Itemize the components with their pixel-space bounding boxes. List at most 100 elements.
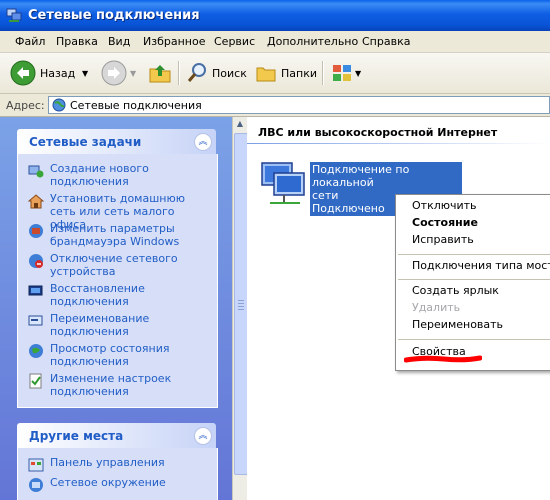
grip-line — [238, 303, 244, 304]
group-divider — [247, 143, 550, 144]
grip-line — [238, 309, 244, 310]
search-icon — [187, 63, 206, 82]
collapse-chevron-icon[interactable]: ︽ — [194, 427, 212, 445]
address-field[interactable]: Сетевые подключения — [48, 96, 550, 114]
lan-connection-icon[interactable] — [260, 157, 308, 205]
task-rename[interactable]: Переименование подключения — [28, 312, 214, 338]
address-label: Адрес: — [6, 99, 45, 112]
menu-rename[interactable]: Переименовать — [412, 318, 503, 331]
menu-help[interactable]: Справка — [362, 35, 410, 48]
task-label: Отключение сетевого устройства — [50, 252, 178, 278]
menu-edit[interactable]: Правка — [56, 35, 98, 48]
menu-bridge-connections[interactable]: Подключения типа мост — [412, 259, 550, 272]
task-repair[interactable]: Восстановление подключения — [28, 282, 214, 308]
home-network-icon — [28, 194, 44, 209]
network-places-icon — [29, 478, 43, 492]
menu-file[interactable]: Файл — [15, 35, 45, 48]
task-label: Просмотр состояния подключения — [50, 342, 170, 368]
task-label: Изменить параметры брандмауэра Windows — [50, 222, 180, 248]
firewall-icon — [29, 224, 43, 238]
address-bar: Адрес: Сетевые подключения — [0, 94, 550, 117]
folders-icon — [256, 67, 276, 82]
title-bar[interactable]: Сетевые подключения — [0, 0, 550, 31]
menu-separator — [398, 254, 550, 255]
explorer-window: Сетевые подключения Файл Правка Вид Избр… — [0, 0, 550, 500]
menu-separator — [398, 279, 550, 280]
place-control-panel[interactable]: Панель управления — [28, 456, 214, 473]
new-connection-icon — [28, 165, 44, 178]
menu-favorites[interactable]: Избранное — [143, 35, 205, 48]
scroll-up-arrow-icon[interactable]: ▲ — [233, 117, 247, 131]
menu-separator — [398, 339, 550, 340]
place-label: Панель управления — [50, 456, 165, 469]
connection-name-line1: Подключение по локальной — [312, 163, 410, 189]
rename-icon — [28, 315, 43, 326]
menu-bar: Файл Правка Вид Избранное Сервис Дополни… — [0, 31, 550, 53]
back-arrow-icon — [10, 60, 36, 86]
task-pane: Сетевые задачи ︽ Создание нового подключ… — [0, 117, 232, 500]
up-folder-icon — [149, 65, 171, 83]
toolbar: Назад ▼ ▼ Поиск Папки ▼ — [0, 53, 550, 94]
task-create-connection[interactable]: Создание нового подключения — [28, 162, 214, 188]
menu-disconnect[interactable]: Отключить — [412, 199, 477, 212]
control-panel-icon — [28, 458, 44, 472]
network-connections-icon — [6, 8, 22, 22]
disable-device-icon — [29, 254, 43, 268]
group-title: ЛВС или высокоскоростной Интернет — [258, 126, 498, 139]
menu-delete: Удалить — [412, 301, 461, 314]
forward-dropdown[interactable]: ▼ — [130, 59, 136, 87]
task-disable-device[interactable]: Отключение сетевого устройства — [28, 252, 214, 278]
back-label: Назад — [40, 66, 76, 80]
repair-icon — [28, 285, 43, 296]
grip-line — [238, 306, 244, 307]
window-title: Сетевые подключения — [28, 8, 200, 23]
vertical-scrollbar[interactable]: ▲ — [232, 117, 248, 500]
other-places-title: Другие места — [29, 429, 124, 443]
network-tasks-panel: Создание нового подключения Установить д… — [17, 154, 218, 408]
toolbar-separator — [178, 61, 180, 85]
task-view-status[interactable]: Просмотр состояния подключения — [28, 342, 214, 368]
place-label: Сетевое окружение — [50, 476, 166, 489]
forward-arrow-icon — [101, 60, 127, 86]
chevron-down-icon: ▼ — [355, 68, 362, 78]
menu-view[interactable]: Вид — [108, 35, 130, 48]
task-label: Переименование подключения — [50, 312, 150, 338]
status-icon — [29, 344, 43, 358]
address-value: Сетевые подключения — [70, 98, 202, 112]
task-firewall[interactable]: Изменить параметры брандмауэра Windows — [28, 222, 214, 248]
place-network-places[interactable]: Сетевое окружение — [28, 476, 214, 493]
task-change-settings[interactable]: Изменение настроек подключения — [28, 372, 214, 398]
collapse-chevron-icon[interactable]: ︽ — [194, 133, 212, 151]
search-button[interactable]: Поиск — [186, 59, 247, 87]
task-label: Изменение настроек подключения — [50, 372, 172, 398]
other-places-panel: Панель управления Сетевое окружение — [17, 448, 218, 500]
chevron-down-icon: ▼ — [130, 68, 137, 78]
menu-repair[interactable]: Исправить — [412, 233, 474, 246]
search-label: Поиск — [212, 66, 247, 80]
toolbar-separator — [322, 61, 324, 85]
network-globe-icon — [52, 98, 66, 112]
task-label: Восстановление подключения — [50, 282, 145, 308]
views-icon — [333, 65, 351, 81]
up-folder-button[interactable] — [148, 59, 172, 87]
settings-icon — [29, 373, 42, 389]
network-tasks-header[interactable]: Сетевые задачи ︽ — [17, 129, 216, 154]
other-places-header[interactable]: Другие места ︽ — [17, 423, 216, 448]
scroll-thumb[interactable] — [234, 133, 248, 475]
menu-tools[interactable]: Сервис — [214, 35, 255, 48]
back-button[interactable]: Назад — [10, 59, 75, 87]
back-dropdown[interactable]: ▼ — [82, 59, 88, 87]
forward-button[interactable] — [101, 59, 127, 87]
menu-status[interactable]: Состояние — [412, 216, 478, 229]
red-underline-annotation — [404, 355, 482, 363]
network-tasks-title: Сетевые задачи — [29, 135, 142, 149]
views-button[interactable]: ▼ — [331, 59, 361, 87]
menu-create-shortcut[interactable]: Создать ярлык — [412, 284, 499, 297]
menu-advanced[interactable]: Дополнительно — [267, 35, 358, 48]
grip-line — [238, 300, 244, 301]
chevron-down-icon: ▼ — [82, 68, 89, 78]
folders-label: Папки — [281, 66, 317, 80]
context-menu: Отключить Состояние Исправить Подключени… — [395, 194, 550, 371]
task-label: Создание нового подключения — [50, 162, 149, 188]
folders-button[interactable]: Папки — [255, 59, 317, 87]
